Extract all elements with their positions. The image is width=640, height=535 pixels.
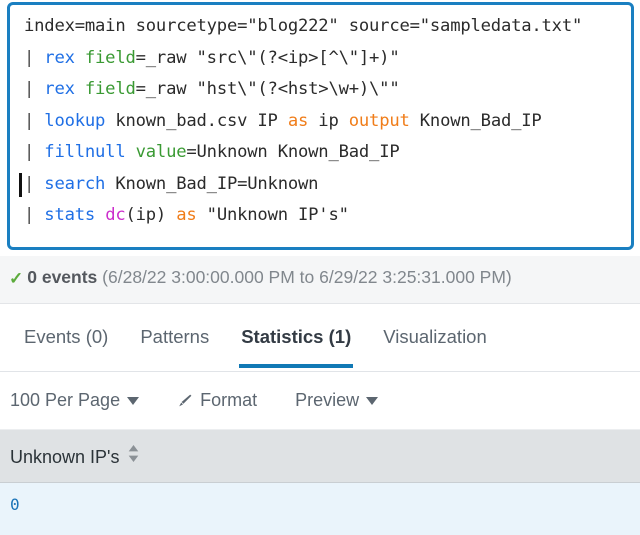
tab-statistics[interactable]: Statistics (1) [225, 304, 367, 368]
spl-query-line[interactable]: | fillnull value=Unknown Known_Bad_IP [24, 137, 631, 169]
format-button[interactable]: Format [177, 390, 257, 411]
tab-events[interactable]: Events (0) [8, 304, 124, 368]
format-label: Format [200, 390, 258, 410]
table-body: 0 [0, 482, 640, 535]
spl-token-cmd: search [44, 173, 116, 194]
chevron-down-icon [127, 396, 140, 405]
spl-token-fn: dc [105, 205, 126, 225]
spl-token-plain: known_bad.csv IP [115, 110, 288, 131]
spl-token-cmd: stats [44, 205, 106, 225]
table-cell[interactable]: 0 [0, 482, 640, 535]
spl-query-line[interactable]: | search Known_Bad_IP=Unknown [19, 169, 631, 201]
sort-both-icon[interactable] [128, 445, 139, 467]
search-bar[interactable]: index=main sourcetype="blog222" source="… [7, 2, 634, 250]
spl-token-pipe: | [24, 205, 45, 225]
spl-token-plain: ip [308, 110, 349, 131]
spl-token-pipe: | [24, 47, 45, 68]
spl-token-plain: =Unknown Known_Bad_IP [186, 142, 400, 162]
text-cursor [19, 172, 22, 197]
tab-label: Visualization [383, 326, 487, 347]
job-status-bar: ✓ 0 events (6/28/22 3:00:00.000 PM to 6/2… [0, 256, 640, 304]
spl-token-arg: field [84, 47, 136, 68]
spl-query-line[interactable]: index=main sourcetype="blog222" source="… [24, 11, 631, 43]
brush-icon [177, 393, 193, 409]
preview-label: Preview [295, 390, 360, 410]
spl-token-kw: as [287, 110, 309, 131]
spl-query-text[interactable]: index=main sourcetype="blog222" source="… [10, 5, 631, 232]
chevron-down-icon [366, 396, 379, 405]
tab-label: Events (0) [24, 326, 109, 347]
spl-token-arg: value [135, 142, 187, 162]
spl-token-cmd: rex [44, 79, 85, 99]
spl-token-pipe: | [24, 79, 45, 99]
spl-token-plain: =_raw "src\"(?<ip>[^\"]+)" [135, 47, 400, 68]
spl-query-line[interactable]: | lookup known_bad.csv IP as ip output K… [24, 106, 631, 138]
spl-token-cmd: rex [44, 47, 85, 68]
check-icon: ✓ [9, 269, 24, 288]
spl-token-cmd: fillnull [44, 142, 136, 162]
event-count-label: 0 events [27, 267, 98, 287]
spl-token-arg: field [84, 79, 136, 99]
spl-token-pipe: | [24, 142, 45, 162]
table-row: 0 [0, 482, 640, 535]
tab-label: Patterns [140, 326, 210, 347]
per-page-dropdown[interactable]: 100 Per Page [10, 390, 140, 411]
spl-token-kw: output [348, 110, 410, 131]
spl-token-plain: index=main sourcetype="blog222" source="… [24, 16, 583, 36]
tab-patterns[interactable]: Patterns [124, 304, 225, 368]
spl-query-line[interactable]: | rex field=_raw "src\"(?<ip>[^\"]+)" [24, 43, 631, 75]
preview-dropdown[interactable]: Preview [295, 390, 379, 411]
tab-visualization[interactable]: Visualization [367, 304, 503, 368]
results-toolbar: 100 Per Page Format Preview [0, 372, 640, 430]
column-header-label: Unknown IP's [10, 447, 120, 467]
spl-token-plain: (ip) [125, 205, 177, 225]
time-range-label: (6/28/22 3:00:00.000 PM to 6/29/22 3:25:… [102, 267, 512, 287]
per-page-label: 100 Per Page [10, 390, 121, 410]
spl-token-plain: Known_Bad_IP=Unknown [115, 173, 319, 194]
spl-query-line[interactable]: | stats dc(ip) as "Unknown IP's" [24, 200, 631, 232]
spl-token-pipe: | [24, 173, 45, 194]
spl-token-pipe: | [24, 110, 45, 131]
spl-token-plain: "Unknown IP's" [196, 205, 349, 225]
spl-token-plain: Known_Bad_IP [409, 110, 542, 131]
spl-token-plain: =_raw "hst\"(?<hst>\w+)\"" [135, 79, 400, 99]
statistics-table: Unknown IP's 0 [0, 430, 640, 535]
tab-label: Statistics (1) [241, 326, 352, 347]
spl-token-cmd: lookup [44, 110, 116, 131]
spl-token-kw: as [176, 205, 197, 225]
results-tabs: Events (0) Patterns Statistics (1) Visualiz… [0, 304, 640, 372]
spl-query-line[interactable]: | rex field=_raw "hst\"(?<hst>\w+)\"" [24, 74, 631, 106]
column-header[interactable]: Unknown IP's [0, 430, 640, 483]
table-header-row: Unknown IP's [0, 430, 640, 483]
